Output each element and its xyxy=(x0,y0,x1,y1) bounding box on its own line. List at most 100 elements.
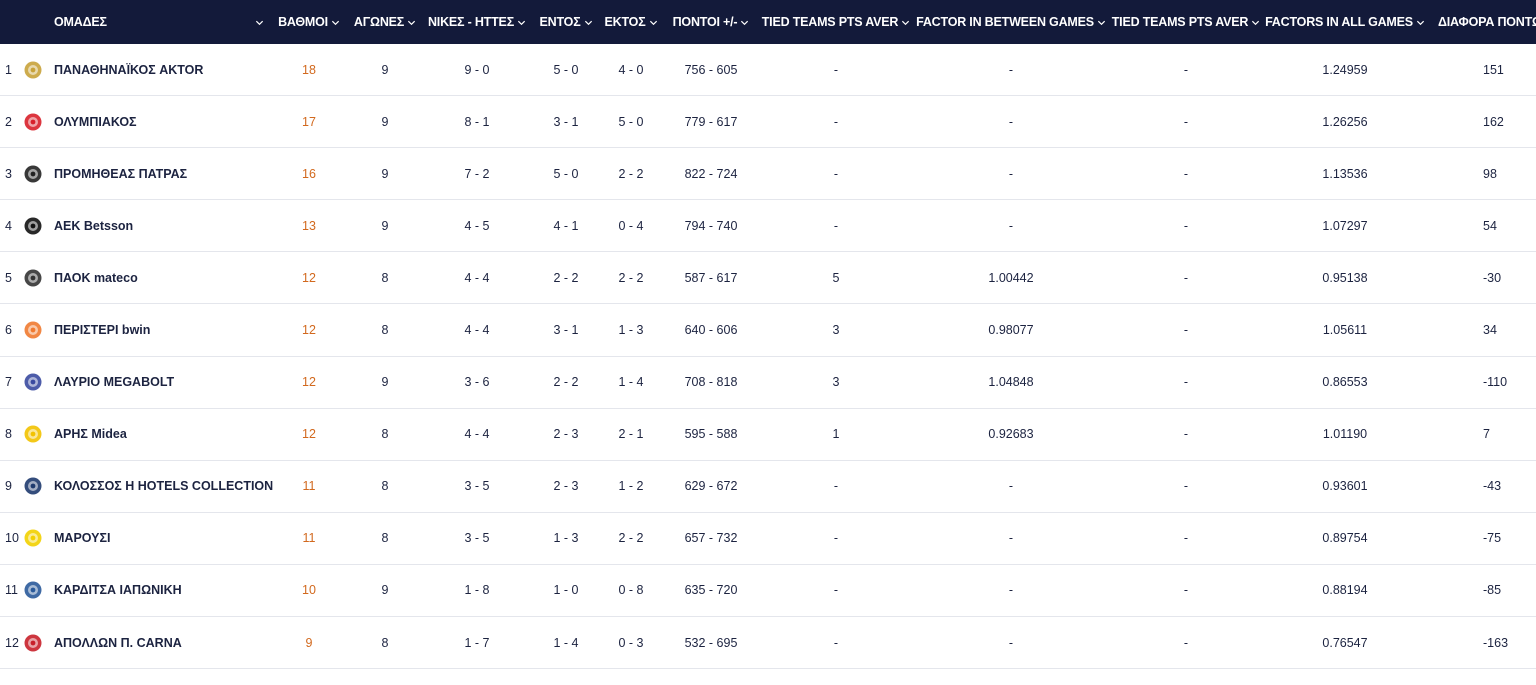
table-row-2[interactable]: 2 ΟΛΥΜΠΙΑΚΟΣ 17 9 8 - 1 3 - 1 5 - 0 779 … xyxy=(0,96,1536,149)
games-cell: 9 xyxy=(381,218,389,233)
points-for-against-cell: 708 - 818 xyxy=(684,375,738,390)
points-for-against-cell: 640 - 606 xyxy=(684,323,738,338)
column-header-points-for-against-label: ΠΟΝΤΟΙ +/- xyxy=(672,15,738,29)
column-header-tied-teams-pts-aver[interactable]: TIED TEAMS PTS AVER xyxy=(760,0,912,44)
table-row-9[interactable]: 9 ΚΟΛΟΣΣΟΣ H HOTELS COLLECTION 11 8 3 - … xyxy=(0,461,1536,513)
wins-losses-cell: 3 - 5 xyxy=(464,531,490,546)
column-header-away[interactable]: ΕΚΤΟΣ xyxy=(600,0,662,44)
team-cell[interactable]: ΚΟΛΟΣΣΟΣ H HOTELS COLLECTION xyxy=(22,461,273,512)
points-difference-cell: 98 xyxy=(1483,166,1497,181)
tied-teams-pts-aver-2-cell: - xyxy=(1183,531,1189,546)
column-header-games[interactable]: ΑΓΩΝΕΣ xyxy=(348,0,422,44)
team-name[interactable]: ΠΡΟΜΗΘΕΑΣ ΠΑΤΡΑΣ xyxy=(54,167,187,181)
points-for-against-cell: 756 - 605 xyxy=(684,62,738,77)
points-difference-cell: 34 xyxy=(1483,323,1497,338)
team-name[interactable]: ΚΑΡΔΙΤΣΑ ΙΑΠΩΝΙΚΗ xyxy=(54,583,182,597)
team-cell[interactable]: ΑΡΗΣ Midea xyxy=(22,409,270,460)
home-record-cell: 3 - 1 xyxy=(553,323,579,338)
team-name[interactable]: ΠΑΝΑΘΗΝΑΪΚΟΣ AKTOR xyxy=(54,63,203,77)
table-row-8[interactable]: 8 ΑΡΗΣ Midea 12 8 4 - 4 2 - 3 2 - 1 595 … xyxy=(0,409,1536,461)
wins-losses-cell: 4 - 4 xyxy=(464,270,490,285)
team-name[interactable]: ΑΠΟΛΛΩΝ Π. CARNA xyxy=(54,636,182,650)
column-header-points[interactable]: ΒΑΘΜΟΙ xyxy=(270,0,348,44)
table-row-12[interactable]: 12 ΑΠΟΛΛΩΝ Π. CARNA 9 8 1 - 7 1 - 4 0 - … xyxy=(0,617,1536,670)
team-name[interactable]: ΚΟΛΟΣΣΟΣ H HOTELS COLLECTION xyxy=(54,479,273,493)
wins-losses-cell: 9 - 0 xyxy=(464,62,490,77)
points-for-against-cell: 822 - 724 xyxy=(684,166,738,181)
factor-between-games-cell: 0.92683 xyxy=(988,427,1034,442)
team-cell[interactable]: ΠΕΡΙΣΤΕΡΙ bwin xyxy=(22,304,270,355)
home-record-cell: 2 - 3 xyxy=(553,479,579,494)
team-cell[interactable]: ΑΠΟΛΛΩΝ Π. CARNA xyxy=(22,617,270,668)
factor-between-games-cell: 1.04848 xyxy=(988,375,1034,390)
team-cell[interactable]: ΠΑΝΑΘΗΝΑΪΚΟΣ AKTOR xyxy=(22,44,270,95)
column-header-points-for-against[interactable]: ΠΟΝΤΟΙ +/- xyxy=(662,0,760,44)
team-name[interactable]: ΑΕΚ Betsson xyxy=(54,219,133,233)
away-record-cell: 2 - 2 xyxy=(618,166,644,181)
points-cell: 9 xyxy=(305,635,313,650)
column-header-points-difference[interactable]: ΔΙΑΦΟΡΑ ΠΟΝΤΩΝ xyxy=(1428,0,1536,44)
team-name[interactable]: ΠΑΟΚ mateco xyxy=(54,271,138,285)
position-cell: 1 xyxy=(5,62,12,77)
team-cell[interactable]: ΜΑΡΟΥΣΙ xyxy=(22,513,270,564)
home-record-cell: 2 - 2 xyxy=(553,375,579,390)
team-cell[interactable]: ΠΡΟΜΗΘΕΑΣ ΠΑΤΡΑΣ xyxy=(22,148,270,199)
column-header-tied-teams-pts-aver-2[interactable]: TIED TEAMS PTS AVER xyxy=(1110,0,1262,44)
points-for-against-cell: 532 - 695 xyxy=(684,635,738,650)
tied-teams-pts-aver-cell: - xyxy=(833,635,839,650)
column-header-wins-losses[interactable]: ΝΙΚΕΣ - ΗΤΤΕΣ xyxy=(422,0,532,44)
team-cell[interactable]: ΑΕΚ Betsson xyxy=(22,200,270,251)
tied-teams-pts-aver-cell: 5 xyxy=(832,270,840,285)
games-cell: 8 xyxy=(381,531,389,546)
column-header-home[interactable]: ΕΝΤΟΣ xyxy=(532,0,600,44)
tied-teams-pts-aver-cell: 1 xyxy=(832,427,840,442)
factors-all-games-cell: 0.89754 xyxy=(1322,531,1368,546)
points-for-against-cell: 629 - 672 xyxy=(684,479,738,494)
table-row-3[interactable]: 3 ΠΡΟΜΗΘΕΑΣ ΠΑΤΡΑΣ 16 9 7 - 2 5 - 0 2 - … xyxy=(0,148,1536,201)
column-header-factors-all-games[interactable]: FACTORS IN ALL GAMES xyxy=(1262,0,1428,44)
table-row-7[interactable]: 7 ΛΑΥΡΙΟ MEGABOLT 12 9 3 - 6 2 - 2 1 - 4… xyxy=(0,357,1536,409)
team-name[interactable]: ΠΕΡΙΣΤΕΡΙ bwin xyxy=(54,323,150,337)
points-cell: 17 xyxy=(302,114,316,129)
aris-logo-icon xyxy=(22,423,44,445)
tied-teams-pts-aver-2-cell: - xyxy=(1183,114,1189,129)
position-cell: 5 xyxy=(5,270,12,285)
factor-between-games-cell: 1.00442 xyxy=(988,270,1034,285)
points-difference-cell: 162 xyxy=(1483,114,1504,129)
home-record-cell: 1 - 3 xyxy=(553,531,579,546)
tied-teams-pts-aver-cell: - xyxy=(833,531,839,546)
chevron-down-icon xyxy=(649,20,657,25)
table-row-5[interactable]: 5 ΠΑΟΚ mateco 12 8 4 - 4 2 - 2 2 - 2 587… xyxy=(0,252,1536,305)
column-header-team[interactable]: ΟΜΑΔΕΣ xyxy=(0,0,270,44)
games-cell: 9 xyxy=(381,114,389,129)
tied-teams-pts-aver-2-cell: - xyxy=(1183,323,1189,338)
table-row-1[interactable]: 1 ΠΑΝΑΘΗΝΑΪΚΟΣ AKTOR 18 9 9 - 0 5 - 0 4 … xyxy=(0,44,1536,97)
tied-teams-pts-aver-2-cell: - xyxy=(1183,583,1189,598)
team-name[interactable]: ΜΑΡΟΥΣΙ xyxy=(54,531,110,545)
team-cell[interactable]: ΛΑΥΡΙΟ MEGABOLT xyxy=(22,357,270,408)
points-difference-cell: -85 xyxy=(1483,583,1502,598)
away-record-cell: 2 - 2 xyxy=(618,531,644,546)
home-record-cell: 2 - 2 xyxy=(553,270,579,285)
team-name[interactable]: ΑΡΗΣ Midea xyxy=(54,427,127,441)
table-row-10[interactable]: 10 ΜΑΡΟΥΣΙ 11 8 3 - 5 1 - 3 2 - 2 657 - … xyxy=(0,513,1536,565)
points-difference-cell: 54 xyxy=(1483,218,1497,233)
factor-between-games-cell: - xyxy=(1008,218,1014,233)
table-row-11[interactable]: 11 ΚΑΡΔΙΤΣΑ ΙΑΠΩΝΙΚΗ 10 9 1 - 8 1 - 0 0 … xyxy=(0,565,1536,618)
tied-teams-pts-aver-2-cell: - xyxy=(1183,218,1189,233)
factor-between-games-cell: - xyxy=(1008,583,1014,598)
home-record-cell: 3 - 1 xyxy=(553,114,579,129)
team-name[interactable]: ΛΑΥΡΙΟ MEGABOLT xyxy=(54,375,174,389)
position-cell: 8 xyxy=(5,427,12,442)
team-cell[interactable]: ΟΛΥΜΠΙΑΚΟΣ xyxy=(22,96,270,147)
points-for-against-cell: 595 - 588 xyxy=(684,427,738,442)
table-row-4[interactable]: 4 ΑΕΚ Betsson 13 9 4 - 5 4 - 1 0 - 4 794… xyxy=(0,200,1536,253)
team-name[interactable]: ΟΛΥΜΠΙΑΚΟΣ xyxy=(54,115,137,129)
points-for-against-cell: 657 - 732 xyxy=(684,531,738,546)
position-cell: 9 xyxy=(5,479,12,494)
column-header-factor-between-games[interactable]: FACTOR IN BETWEEN GAMES xyxy=(912,0,1110,44)
table-row-6[interactable]: 6 ΠΕΡΙΣΤΕΡΙ bwin 12 8 4 - 4 3 - 1 1 - 3 … xyxy=(0,304,1536,357)
team-cell[interactable]: ΠΑΟΚ mateco xyxy=(22,252,270,303)
team-cell[interactable]: ΚΑΡΔΙΤΣΑ ΙΑΠΩΝΙΚΗ xyxy=(22,565,270,616)
games-cell: 8 xyxy=(381,427,389,442)
